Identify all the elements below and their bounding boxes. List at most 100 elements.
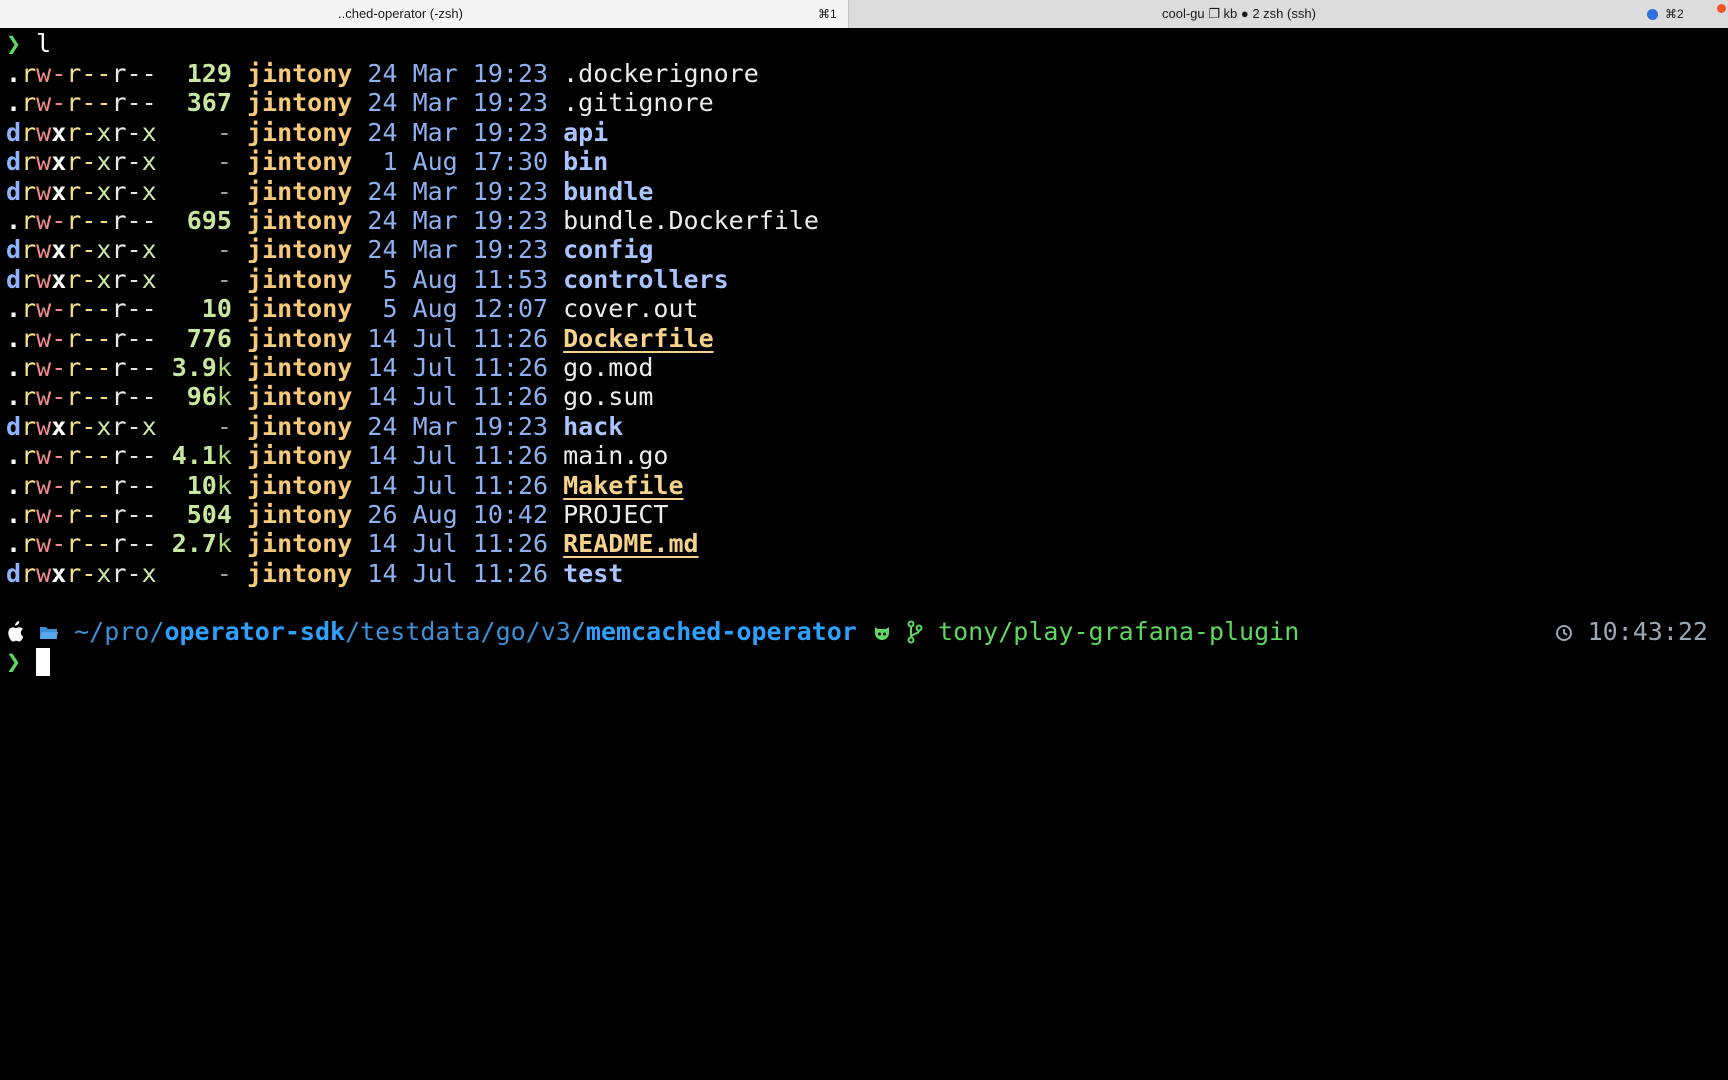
directory-name: api — [563, 117, 609, 147]
owner: jintony — [246, 294, 353, 324]
listing-row: .rw-r--r-- 96k jintony 14 Jul 11:26 go.s… — [6, 381, 653, 413]
modified-date: 14 Jul 11:26 — [367, 470, 549, 500]
file-size: 10 — [201, 294, 232, 324]
permissions: drwxr-xr-x — [6, 176, 157, 206]
path-segment: /testdata/go/v3/ — [345, 617, 586, 646]
tab-bar: ..ched-operator (-zsh) ⌘1 cool-gu ❐ kb ●… — [0, 0, 1728, 28]
listing-row: drwxr-xr-x - jintony 24 Mar 19:23 api — [6, 117, 608, 149]
modified-date: 24 Mar 19:23 — [367, 206, 549, 235]
file-size: 129 — [186, 59, 232, 88]
file-name: main.go — [563, 441, 669, 471]
listing-row: drwxr-xr-x - jintony 24 Mar 19:23 hack — [6, 411, 623, 443]
owner: jintony — [246, 382, 353, 412]
tab-title: ..ched-operator (-zsh) — [338, 6, 463, 21]
file-size: 96k — [186, 382, 232, 412]
shell-prompt: ~/pro/operator-sdk/testdata/go/v3/memcac… — [6, 616, 1299, 648]
permissions: drwxr-xr-x — [6, 147, 157, 177]
file-size: - — [216, 117, 232, 147]
file-name: Dockerfile — [563, 323, 714, 353]
activity-dot-icon — [1647, 9, 1658, 20]
file-size: 4.1k — [171, 441, 232, 471]
file-size: 10k — [186, 470, 232, 500]
listing-row: drwxr-xr-x - jintony 24 Mar 19:23 bundle — [6, 176, 653, 208]
owner: jintony — [246, 264, 353, 294]
input-line[interactable]: ❯ — [6, 646, 51, 678]
path-prefix: ~/pro/ — [74, 617, 165, 646]
modified-date: 24 Mar 19:23 — [367, 176, 549, 206]
owner: jintony — [246, 235, 353, 265]
file-size: 3.9k — [171, 353, 232, 382]
tab-shortcut: ⌘1 — [818, 7, 837, 21]
folder-icon — [40, 627, 59, 639]
owner: jintony — [246, 529, 353, 559]
command-line: ❯ l — [6, 28, 51, 60]
modified-date: 24 Mar 19:23 — [367, 411, 549, 441]
owner: jintony — [246, 117, 353, 147]
owner: jintony — [246, 206, 353, 235]
file-size: - — [216, 264, 232, 294]
modified-date: 5 Aug 12:07 — [382, 294, 549, 324]
owner: jintony — [246, 353, 353, 382]
modified-date: 24 Mar 19:23 — [367, 235, 549, 265]
owner: jintony — [246, 176, 353, 206]
permissions: .rw-r--r-- — [6, 353, 157, 382]
tab-2[interactable]: cool-gu ❐ kb ● 2 zsh (ssh) ⌘2 — [849, 0, 1728, 28]
directory-name: bundle — [563, 176, 654, 206]
file-name: cover.out — [563, 294, 699, 324]
file-size: 776 — [186, 323, 232, 353]
permissions: .rw-r--r-- — [6, 88, 157, 118]
permissions: .rw-r--r-- — [6, 206, 157, 235]
git-branch-name: tony/play-grafana-plugin — [938, 617, 1300, 646]
tab-shortcut: ⌘2 — [1665, 7, 1684, 21]
file-size: - — [216, 235, 232, 265]
file-name: go.sum — [563, 382, 654, 412]
listing-row: .rw-r--r-- 3.9k jintony 14 Jul 11:26 go.… — [6, 352, 653, 384]
listing-row: .rw-r--r-- 367 jintony 24 Mar 19:23 .git… — [6, 87, 714, 119]
permissions: .rw-r--r-- — [6, 470, 157, 500]
listing-row: .rw-r--r-- 4.1k jintony 14 Jul 11:26 mai… — [6, 440, 668, 472]
directory-name: config — [563, 235, 654, 265]
owner: jintony — [246, 500, 353, 529]
owner: jintony — [246, 59, 353, 88]
file-size: 2.7k — [171, 529, 232, 559]
directory-name: hack — [563, 411, 624, 441]
file-name: .gitignore — [563, 88, 714, 118]
modified-date: 14 Jul 11:26 — [367, 529, 549, 559]
text-cursor — [36, 648, 51, 676]
tab-1[interactable]: ..ched-operator (-zsh) ⌘1 — [0, 0, 849, 28]
owner: jintony — [246, 558, 353, 588]
permissions: drwxr-xr-x — [6, 558, 157, 588]
permissions: .rw-r--r-- — [6, 382, 157, 412]
terminal-output[interactable]: ❯ l .rw-r--r-- 129 jintony 24 Mar 19:23 … — [0, 28, 1728, 1080]
modified-date: 14 Jul 11:26 — [367, 353, 549, 382]
owner: jintony — [246, 470, 353, 500]
permissions: .rw-r--r-- — [6, 294, 157, 324]
prompt-chevron: ❯ — [6, 29, 22, 58]
directory-name: controllers — [563, 264, 729, 294]
command-text: l — [36, 29, 52, 58]
owner: jintony — [246, 88, 353, 118]
file-size: - — [216, 176, 232, 206]
file-size: 695 — [186, 206, 232, 235]
clock-time: 10:43:22 — [1587, 617, 1708, 646]
directory-name: test — [563, 558, 624, 588]
permissions: .rw-r--r-- — [6, 500, 157, 529]
file-name: Makefile — [563, 470, 684, 500]
notification-dot-icon — [1717, 4, 1726, 13]
listing-row: .rw-r--r-- 776 jintony 14 Jul 11:26 Dock… — [6, 323, 714, 355]
modified-date: 24 Mar 19:23 — [367, 88, 549, 118]
permissions: .rw-r--r-- — [6, 59, 157, 88]
prompt-chevron: ❯ — [6, 647, 22, 676]
apple-icon — [8, 621, 24, 642]
file-size: 367 — [186, 88, 232, 118]
listing-row: drwxr-xr-x - jintony 24 Mar 19:23 config — [6, 234, 653, 266]
modified-date: 14 Jul 11:26 — [367, 558, 549, 588]
modified-date: 1 Aug 17:30 — [382, 147, 549, 177]
listing-row: .rw-r--r-- 695 jintony 24 Mar 19:23 bund… — [6, 205, 819, 237]
prompt-clock: 10:43:22 — [1555, 616, 1708, 648]
permissions: .rw-r--r-- — [6, 529, 157, 559]
modified-date: 24 Mar 19:23 — [367, 59, 549, 88]
permissions: .rw-r--r-- — [6, 323, 157, 353]
owner: jintony — [246, 411, 353, 441]
tab-title: cool-gu ❐ kb ● 2 zsh (ssh) — [1162, 6, 1316, 21]
